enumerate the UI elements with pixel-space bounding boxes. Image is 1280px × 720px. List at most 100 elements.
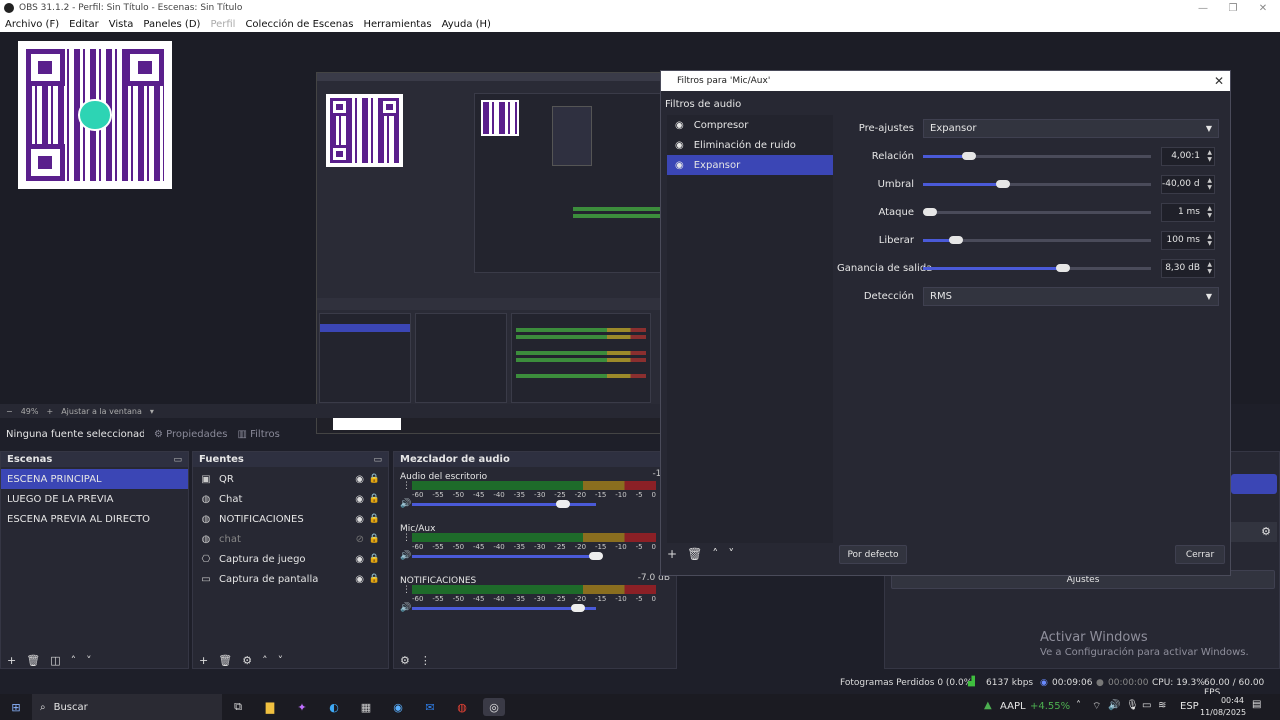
windows-start-icon[interactable]: ⊞ [5, 698, 27, 716]
outlook-icon[interactable]: ✉ [419, 698, 441, 716]
remove-source-button[interactable]: 🗑 [218, 654, 232, 667]
lock-icon[interactable]: 🔒 [369, 494, 380, 504]
eye-icon[interactable]: ◉ [355, 514, 364, 525]
store-icon[interactable]: ▦ [355, 698, 377, 716]
zoom-fit-label[interactable]: Ajustar a la ventana [61, 407, 142, 416]
volume-knob[interactable] [555, 500, 570, 508]
source-item[interactable]: ▭ Captura de pantalla ◉ 🔒 [193, 569, 388, 589]
notifications-icon[interactable]: ▤ [1252, 699, 1261, 710]
eye-icon[interactable]: ◉ [675, 140, 684, 151]
output-gain-spinbox[interactable]: 8,30 dB ▲ ▼ [1161, 258, 1215, 278]
file-explorer-icon[interactable]: ▇ [259, 698, 281, 716]
ratio-slider[interactable] [923, 152, 1151, 160]
add-filter-button[interactable]: + [667, 547, 677, 561]
source-item[interactable]: ◍ chat ⊘ 🔒 [193, 529, 388, 549]
speaker-icon[interactable]: 🔊 [400, 499, 411, 509]
source-item[interactable]: ▣ QR ◉ 🔒 [193, 469, 388, 489]
menu-vista[interactable]: Vista [104, 19, 139, 30]
ratio-spinbox[interactable]: 4,00:1 ▲ ▼ [1161, 146, 1215, 166]
eye-icon[interactable]: ◉ [675, 160, 684, 171]
edge-icon[interactable]: ◐ [323, 698, 345, 716]
detection-select[interactable]: RMS ▼ [923, 286, 1219, 306]
release-spinbox[interactable]: 100 ms ▲ ▼ [1161, 230, 1215, 250]
channel-menu-icon[interactable]: ⋮ [402, 481, 411, 491]
output-gain-slider[interactable] [923, 264, 1151, 272]
tray-chevron-icon[interactable]: ˄ [1076, 700, 1081, 711]
dock-float-icon[interactable]: ▭ [173, 455, 182, 465]
battery-icon[interactable]: ▭ [1142, 700, 1151, 711]
scene-item[interactable]: ESCENA PRINCIPAL [1, 469, 188, 489]
app-icon[interactable]: ◉ [387, 698, 409, 716]
scene-filters-button[interactable]: ◫ [50, 654, 60, 667]
menu-coleccion[interactable]: Colección de Escenas [240, 19, 358, 30]
preset-select[interactable]: Expansor ▼ [923, 118, 1219, 138]
menu-herramientas[interactable]: Herramientas [358, 19, 436, 30]
copilot-icon[interactable]: ✦ [291, 698, 313, 716]
move-up-button[interactable]: ˄ [71, 654, 77, 667]
filter-item[interactable]: ◉ Compresor [667, 115, 833, 135]
release-slider[interactable] [923, 236, 1151, 244]
add-scene-button[interactable]: + [7, 654, 16, 667]
remove-scene-button[interactable]: 🗑 [26, 654, 40, 667]
volume-knob[interactable] [570, 604, 585, 612]
lock-icon[interactable]: 🔒 [369, 534, 380, 544]
volume-knob[interactable] [589, 552, 603, 560]
menu-archivo[interactable]: Archivo (F) [0, 19, 64, 30]
zoom-out-button[interactable]: − [6, 407, 13, 416]
microphone-icon[interactable]: 🎙 [1126, 700, 1139, 711]
remove-filter-button[interactable]: 🗑 [687, 547, 702, 561]
move-up-button[interactable]: ˄ [262, 654, 268, 667]
lock-icon[interactable]: 🔒 [369, 474, 380, 484]
mixer-settings-icon[interactable]: ⚙ [400, 654, 410, 667]
menu-paneles[interactable]: Paneles (D) [138, 19, 205, 30]
volume-slider[interactable] [412, 500, 596, 508]
volume-slider[interactable] [412, 552, 603, 560]
attack-slider[interactable] [923, 208, 1151, 216]
move-down-button[interactable]: ˅ [278, 654, 284, 667]
move-up-button[interactable]: ˄ [712, 547, 718, 561]
add-source-button[interactable]: + [199, 654, 208, 667]
scene-item[interactable]: ESCENA PREVIA AL DIRECTO [1, 509, 188, 529]
eye-icon[interactable]: ◉ [355, 474, 364, 485]
channel-menu-icon[interactable]: ⋮ [402, 585, 411, 595]
menu-perfil[interactable]: Perfil [205, 19, 240, 30]
defaults-button[interactable]: Por defecto [839, 545, 907, 564]
minimize-icon[interactable]: — [1186, 0, 1220, 16]
wifi-icon[interactable]: ≋ [1158, 700, 1166, 711]
speaker-icon[interactable]: 🔊 [400, 603, 411, 613]
task-view-icon[interactable]: ⧉ [227, 698, 249, 716]
volume-icon[interactable]: 🔊 [1108, 700, 1120, 711]
eye-icon[interactable]: ◉ [355, 574, 364, 585]
source-item[interactable]: ⎔ Captura de juego ◉ 🔒 [193, 549, 388, 569]
eye-icon[interactable]: ◉ [355, 554, 364, 565]
scene-item[interactable]: LUEGO DE LA PREVIA [1, 489, 188, 509]
source-item[interactable]: ◍ NOTIFICACIONES ◉ 🔒 [193, 509, 388, 529]
maximize-icon[interactable]: ❐ [1216, 0, 1250, 16]
close-button[interactable]: Cerrar [1175, 545, 1225, 564]
dock-float-icon[interactable]: ▭ [373, 455, 382, 465]
settings-gear-button[interactable]: ⚙ [1231, 522, 1277, 542]
threshold-slider[interactable] [923, 180, 1151, 188]
filter-item[interactable]: ◉ Eliminación de ruido [667, 135, 833, 155]
source-item[interactable]: ◍ Chat ◉ 🔒 [193, 489, 388, 509]
move-down-button[interactable]: ˅ [728, 547, 734, 561]
speaker-icon[interactable]: 🔊 [400, 551, 411, 561]
channel-menu-icon[interactable]: ⋮ [402, 533, 411, 543]
lock-icon[interactable]: 🔒 [369, 574, 380, 584]
filters-button[interactable]: ▥ Filtros [237, 429, 279, 440]
attack-spinbox[interactable]: 1 ms ▲ ▼ [1161, 202, 1215, 222]
stream-button[interactable] [1231, 474, 1277, 494]
volume-slider[interactable] [412, 604, 596, 612]
clock[interactable]: 00:44 11/08/2025 [1200, 695, 1246, 719]
filter-item[interactable]: ◉ Expansor [667, 155, 833, 175]
taskbar-search[interactable]: ⌕ Buscar [32, 694, 222, 720]
chrome-icon[interactable]: ◍ [451, 698, 473, 716]
network-icon[interactable]: ⌔ [1092, 700, 1101, 713]
menu-ayuda[interactable]: Ayuda (H) [437, 19, 496, 30]
zoom-in-button[interactable]: + [46, 407, 53, 416]
threshold-spinbox[interactable]: -40,00 dB▲▼ [1161, 174, 1215, 194]
close-icon[interactable]: ✕ [1214, 74, 1224, 88]
close-window-icon[interactable]: ✕ [1246, 0, 1280, 16]
chevron-down-icon[interactable]: ▾ [150, 407, 154, 416]
source-settings-button[interactable]: ⚙ [242, 654, 252, 667]
